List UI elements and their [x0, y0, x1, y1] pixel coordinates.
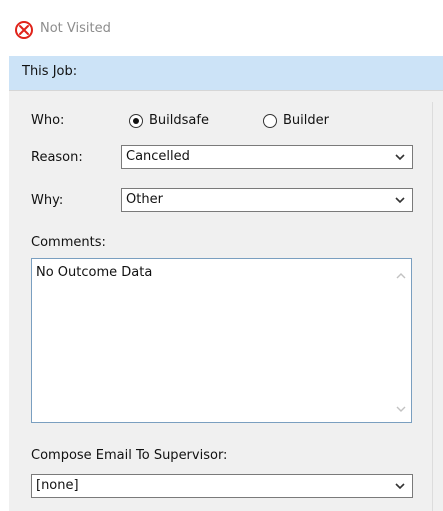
radio-builder[interactable]	[263, 114, 277, 128]
scroll-up-icon[interactable]	[395, 271, 407, 281]
chevron-down-icon	[395, 154, 405, 161]
radio-buildsafe[interactable]	[129, 114, 143, 128]
circle-x-icon	[15, 21, 33, 39]
radio-buildsafe-label[interactable]: Buildsafe	[149, 113, 209, 128]
email-select-value: [none]	[36, 478, 79, 493]
radio-builder-label[interactable]: Builder	[283, 113, 329, 128]
why-select-value: Other	[126, 192, 163, 207]
email-select[interactable]: [none]	[31, 474, 413, 498]
chevron-down-icon	[395, 483, 405, 490]
reason-select-value: Cancelled	[126, 149, 190, 164]
why-label: Why:	[31, 193, 64, 208]
section-title: This Job:	[22, 64, 78, 79]
comments-label: Comments:	[31, 235, 106, 250]
chevron-down-icon	[395, 197, 405, 204]
who-label: Who:	[31, 113, 65, 128]
status-header: Not Visited	[0, 0, 443, 56]
reason-select[interactable]: Cancelled	[121, 145, 413, 169]
panel-divider	[432, 102, 433, 511]
scroll-down-icon[interactable]	[395, 404, 407, 414]
email-label: Compose Email To Supervisor:	[31, 448, 228, 463]
comments-text: No Outcome Data	[36, 265, 153, 280]
why-select[interactable]: Other	[121, 188, 413, 212]
reason-label: Reason:	[31, 150, 83, 165]
status-label: Not Visited	[40, 21, 111, 36]
comments-textarea[interactable]: No Outcome Data	[31, 258, 412, 423]
